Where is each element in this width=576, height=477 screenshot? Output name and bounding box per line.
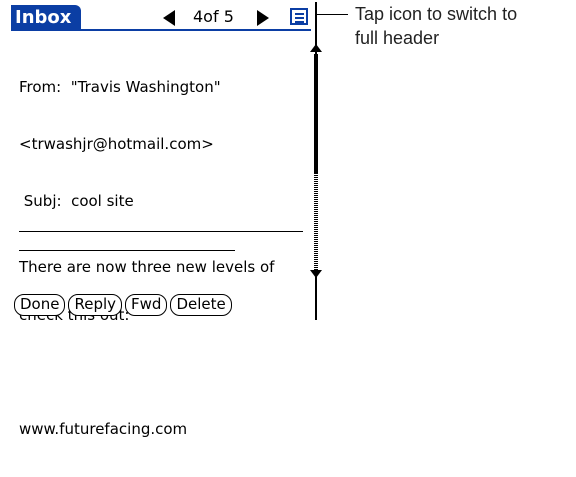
callout-leader-line <box>316 14 348 15</box>
scroll-up-arrow-icon[interactable] <box>310 44 322 52</box>
callout-line-1: Tap icon to switch to <box>355 4 518 24</box>
done-button[interactable]: Done <box>14 294 66 316</box>
message-counter: 4of 5 <box>193 7 234 26</box>
callout-line-2: full header <box>355 28 440 48</box>
separator-long <box>19 231 303 232</box>
body-line-continued: There are now three new levels of <box>19 258 275 276</box>
button-bar: Done Reply Fwd Delete <box>14 294 232 318</box>
url-line[interactable]: www.futurefacing.com <box>19 420 297 439</box>
left-arrow-icon[interactable] <box>163 10 175 26</box>
title-bar: Inbox 4of 5 <box>11 5 311 31</box>
palm-screen: Inbox 4of 5 From: "Travis Washington" <t… <box>3 2 322 438</box>
from-email-line: <trwashjr@hotmail.com> <box>19 135 214 153</box>
subject-line: Subj: cool site <box>19 192 134 210</box>
scroll-down-arrow-icon[interactable] <box>310 270 322 278</box>
header-toggle-icon[interactable] <box>290 8 308 25</box>
scrollbar-thumb[interactable] <box>314 54 318 174</box>
fwd-button[interactable]: Fwd <box>125 294 168 316</box>
separator-short <box>19 250 235 251</box>
reply-button[interactable]: Reply <box>68 294 123 316</box>
title-underline <box>11 29 311 31</box>
callout-annotation: Tap icon to switch to full header <box>355 2 517 50</box>
delete-button[interactable]: Delete <box>170 294 232 316</box>
from-line: From: "Travis Washington" <box>19 78 221 96</box>
scrollbar-track[interactable] <box>314 174 318 270</box>
inbox-title-tab[interactable]: Inbox <box>11 5 81 31</box>
right-arrow-icon[interactable] <box>257 10 269 26</box>
